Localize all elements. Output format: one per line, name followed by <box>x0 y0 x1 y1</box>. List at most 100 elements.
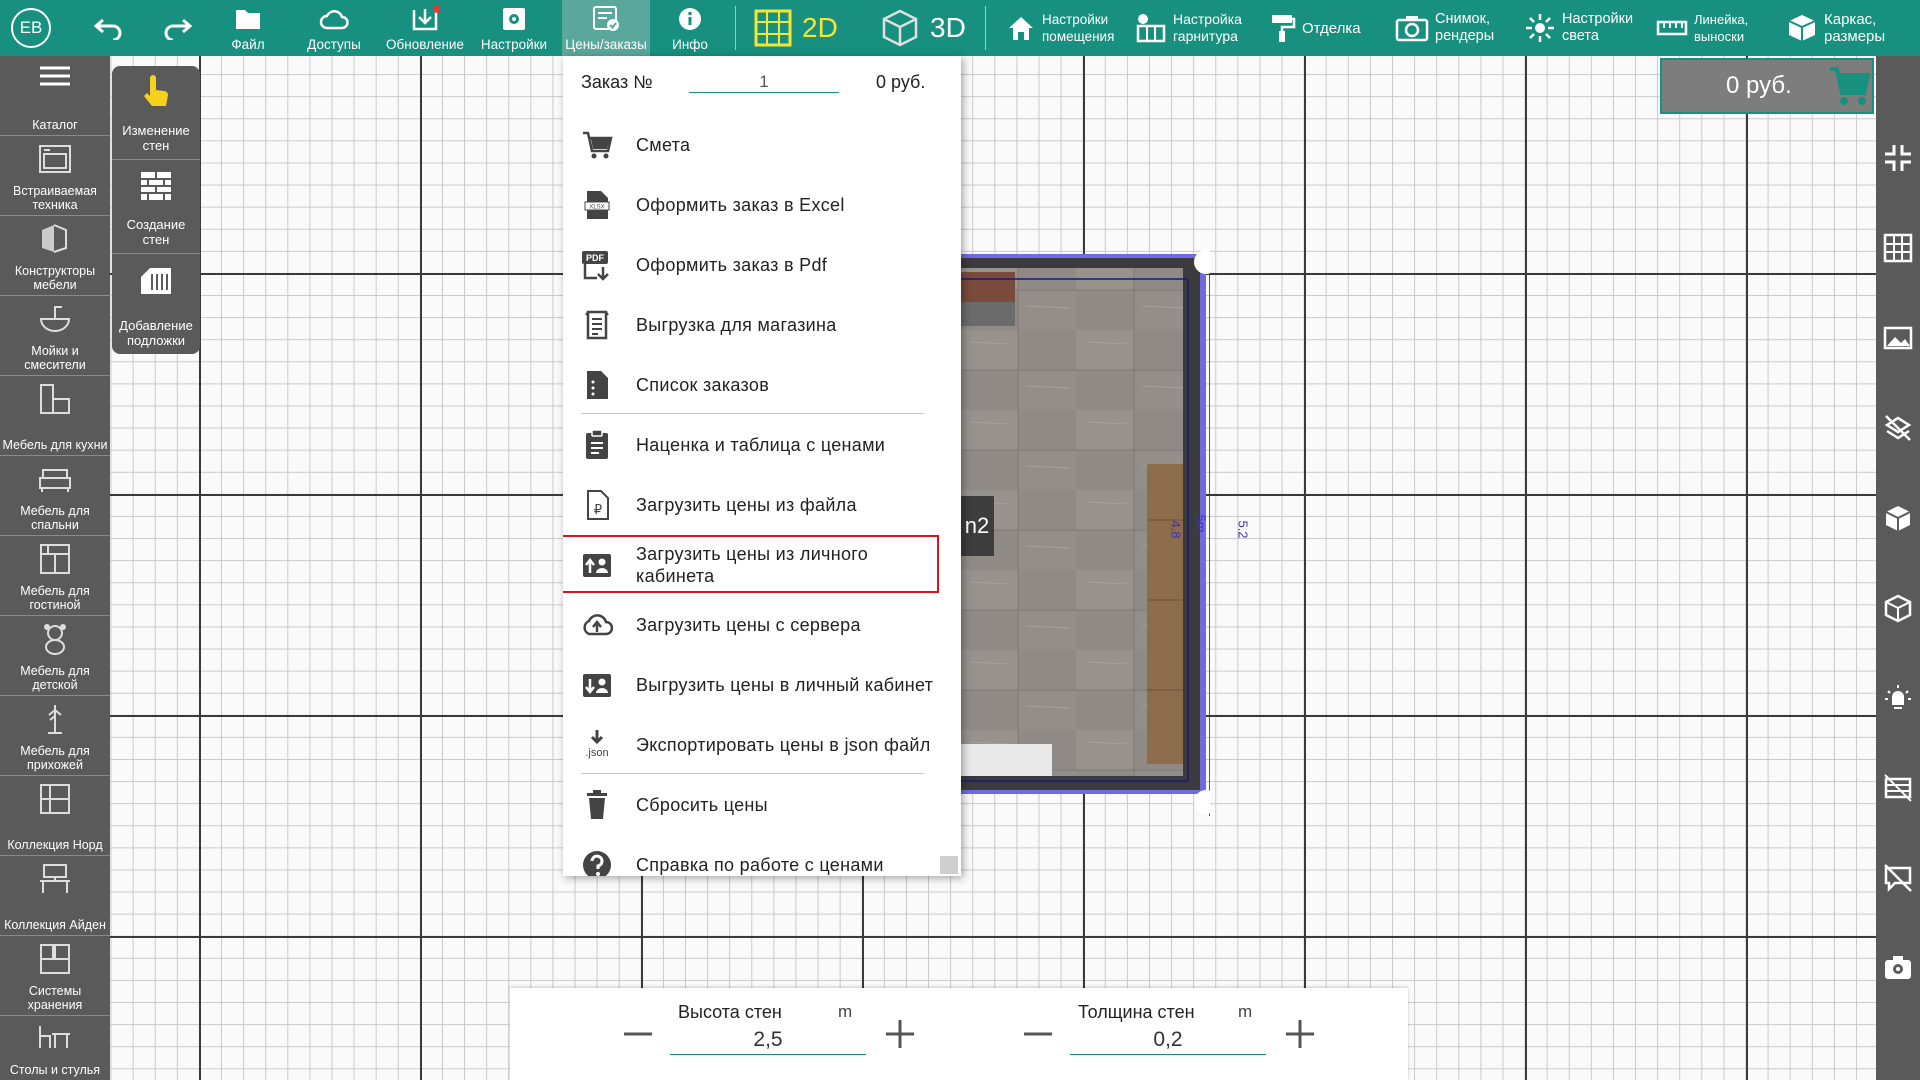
create-walls-button[interactable]: Создание стен <box>112 160 200 254</box>
menu-item-order-list[interactable]: Список заказов <box>563 355 961 415</box>
menu-item-estimate[interactable]: Смета <box>563 115 961 175</box>
sidebar-item-bedroom[interactable]: Мебель для спальни <box>0 456 110 536</box>
sun-light-icon <box>1526 14 1554 42</box>
menu-update[interactable]: Обновление <box>382 0 468 56</box>
order-sum: 0 руб. <box>876 72 926 92</box>
menu-file[interactable]: Файл <box>222 0 274 56</box>
menu-item-help[interactable]: Справка по работе с ценами <box>563 835 961 876</box>
menu-access[interactable]: Доступы <box>298 0 370 56</box>
menu-item-label: Загрузить цены из файла <box>636 495 857 515</box>
hide-walls-button[interactable] <box>1876 758 1920 818</box>
cloud-icon <box>319 10 349 30</box>
sidebar-item-kids[interactable]: Мебель для детской <box>0 616 110 696</box>
wall-thickness-unit: m <box>1238 1002 1253 1021</box>
wall-thickness-input[interactable]: 0,2 <box>1070 1028 1266 1055</box>
set-settings-button[interactable]: Настройка гарнитура <box>1135 0 1242 56</box>
hide-furniture-button[interactable] <box>1876 488 1920 548</box>
sidebar-label: Мебель для спальни <box>20 504 90 532</box>
sidebar-item-living-room[interactable]: Мебель для гостиной <box>0 536 110 616</box>
change-walls-button[interactable]: Изменение стен <box>112 66 200 160</box>
menu-item-pdf[interactable]: PDF Оформить заказ в Pdf <box>563 235 961 295</box>
snapshot-label: Снимок, рендеры <box>1435 11 1495 44</box>
xlsx-icon-text: XLSX <box>589 205 604 211</box>
hide-textures-button[interactable] <box>1876 398 1920 458</box>
menu-item-shop-export[interactable]: Выгрузка для магазина <box>563 295 961 355</box>
sidebar-item-sinks[interactable]: Мойки и смесители <box>0 296 110 376</box>
room-plan[interactable]: 4.8 5m 5.2 n2 <box>960 241 1251 823</box>
trash-icon <box>587 790 607 819</box>
sidebar-item-appliances[interactable]: Встраиваемая техника <box>0 136 110 216</box>
ruler-label: Линейка, выноски <box>1694 12 1749 44</box>
user-avatar[interactable]: ЕВ <box>11 8 51 48</box>
teddy-bear-icon <box>44 624 66 655</box>
sidebar-item-nord[interactable]: Коллекция Норд <box>0 776 110 856</box>
sidebar-item-aiden[interactable]: Коллекция Айден <box>0 856 110 936</box>
plus-icon[interactable] <box>1280 1014 1320 1054</box>
redo-button[interactable] <box>158 0 198 56</box>
sidebar-label: Системы хранения <box>27 984 83 1012</box>
menu-item-export-json[interactable]: .json Экспортировать цены в json файл <box>563 715 961 775</box>
change-walls-label: Изменение стен <box>122 123 190 153</box>
background-image-button[interactable] <box>1876 308 1920 368</box>
order-list-icon <box>587 371 608 399</box>
snapshot-button[interactable]: Снимок, рендеры <box>1395 0 1494 56</box>
frame-button[interactable]: Каркас, размеры <box>1786 0 1885 56</box>
coat-rack-icon <box>48 705 62 734</box>
order-number-input[interactable]: 1 <box>689 72 839 93</box>
sidebar-item-hallway[interactable]: Мебель для прихожей <box>0 696 110 776</box>
grid-toggle-button[interactable] <box>1876 218 1920 278</box>
menu-prices-orders[interactable]: Цены/заказы <box>562 0 650 56</box>
wall-height-input[interactable]: 2,5 <box>670 1028 866 1055</box>
add-underlay-button[interactable]: Добавление подложки <box>112 254 200 354</box>
wall-thickness-label: Толщина стен <box>1078 1002 1195 1022</box>
ruble-sign: ₽ <box>594 503 602 518</box>
menu-item-reset-prices[interactable]: Сбросить цены <box>563 775 961 835</box>
ruler-icon <box>1656 20 1688 36</box>
view-2d-button[interactable]: 2D <box>754 0 838 56</box>
sidebar-item-storage[interactable]: Системы хранения <box>0 936 110 1016</box>
menu-info[interactable]: Инфо <box>660 0 720 56</box>
cart-icon[interactable] <box>1826 63 1872 109</box>
menu-item-load-server[interactable]: Загрузить цены с сервера <box>563 595 961 655</box>
dimension-mid: 5m <box>1193 514 1209 533</box>
json-icon-text: .json <box>585 747 608 759</box>
sidebar-item-builders[interactable]: Конструкторы мебели <box>0 216 110 296</box>
show-furniture-button[interactable] <box>1876 578 1920 638</box>
undo-button[interactable] <box>88 0 128 56</box>
left-catalog-sidebar: Каталог Встраиваемая техника Конструктор… <box>0 56 110 1080</box>
ruler-button[interactable]: Линейка, выноски <box>1656 0 1748 56</box>
minus-icon[interactable] <box>1018 1014 1058 1054</box>
total-price-box[interactable]: 0 руб. <box>1660 58 1874 114</box>
cart-icon <box>583 131 613 159</box>
menu-item-markup-table[interactable]: Наценка и таблица с ценами <box>563 415 961 475</box>
wall-height-label: Высота стен <box>678 1002 782 1022</box>
menu-settings[interactable]: Настройки <box>476 0 552 56</box>
wall-height-control: Высота стен m 2,5 <box>618 988 918 1080</box>
catalog-button[interactable]: Каталог <box>0 56 110 136</box>
hide-dimensions-button[interactable] <box>1876 848 1920 908</box>
menu-item-upload-account[interactable]: Выгрузить цены в личный кабинет <box>563 655 961 715</box>
sidebar-item-tables[interactable]: Столы и стулья <box>0 1016 110 1080</box>
menu-item-label: Сбросить цены <box>636 795 768 815</box>
plus-icon[interactable] <box>880 1014 920 1054</box>
menu-item-load-file[interactable]: ₽ Загрузить цены из файла <box>563 475 961 535</box>
wall-thickness-control: Толщина стен m 0,2 <box>1018 988 1318 1080</box>
paint-roller-icon <box>1272 15 1296 42</box>
prices-orders-menu: Заказ № 1 0 руб. Смета XLSX Оформить зак… <box>563 56 961 876</box>
menu-item-label: Наценка и таблица с ценами <box>636 435 886 455</box>
view-3d-button[interactable]: 3D <box>880 0 966 56</box>
screenshot-button[interactable] <box>1876 938 1920 998</box>
kitchen-set-icon <box>1136 14 1166 43</box>
room-settings-button[interactable]: Настройки помещения <box>1006 0 1114 56</box>
lights-button[interactable] <box>1876 668 1920 728</box>
finishing-button[interactable]: Отделка <box>1270 0 1361 56</box>
fit-view-button[interactable] <box>1876 128 1920 188</box>
desk-icon <box>40 864 70 893</box>
menu-item-excel[interactable]: XLSX Оформить заказ в Excel <box>563 175 961 235</box>
minus-icon[interactable] <box>618 1014 658 1054</box>
menu-scrollbar[interactable] <box>940 856 958 874</box>
room-settings-label: Настройки помещения <box>1042 12 1115 44</box>
sidebar-item-kitchen[interactable]: Мебель для кухни <box>0 376 110 456</box>
menu-file-label: Файл <box>231 37 265 52</box>
light-settings-button[interactable]: Настройки света <box>1524 0 1633 56</box>
